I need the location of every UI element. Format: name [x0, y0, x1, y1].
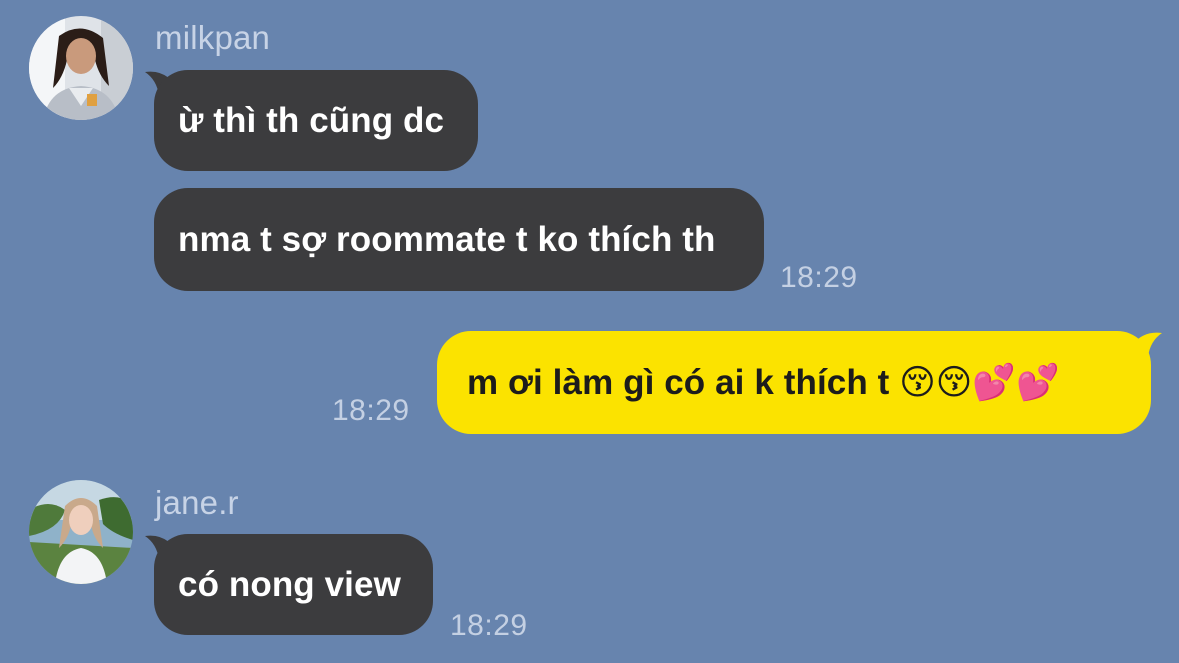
- message-text: m ơi làm gì có ai k thích t 😚😚💕💕: [467, 363, 1060, 402]
- message-bubble[interactable]: m ơi làm gì có ai k thích t 😚😚💕💕: [437, 331, 1151, 434]
- message-timestamp: 18:29: [780, 261, 858, 294]
- message-text: có nong view: [178, 564, 401, 604]
- message-bubble[interactable]: ừ thì th cũng dc: [154, 70, 478, 171]
- chat-message-list[interactable]: milkpan ừ thì th cũng dc nma t sợ roomma…: [0, 0, 1179, 663]
- avatar[interactable]: [29, 16, 133, 120]
- sender-name: jane.r: [155, 484, 239, 521]
- user-photo-avatar-icon: [29, 16, 133, 120]
- message-bubble[interactable]: nma t sợ roommate t ko thích th: [154, 188, 764, 291]
- sender-name: milkpan: [155, 19, 271, 56]
- bubble-tail: [1136, 331, 1162, 357]
- message-text: nma t sợ roommate t ko thích th: [178, 219, 716, 259]
- message-text: ừ thì th cũng dc: [178, 100, 445, 140]
- user-photo-avatar-icon: [29, 480, 133, 584]
- avatar[interactable]: [29, 480, 133, 584]
- message-bubble[interactable]: có nong view: [154, 534, 433, 635]
- message-timestamp: 18:29: [332, 394, 410, 427]
- message-timestamp: 18:29: [450, 609, 528, 642]
